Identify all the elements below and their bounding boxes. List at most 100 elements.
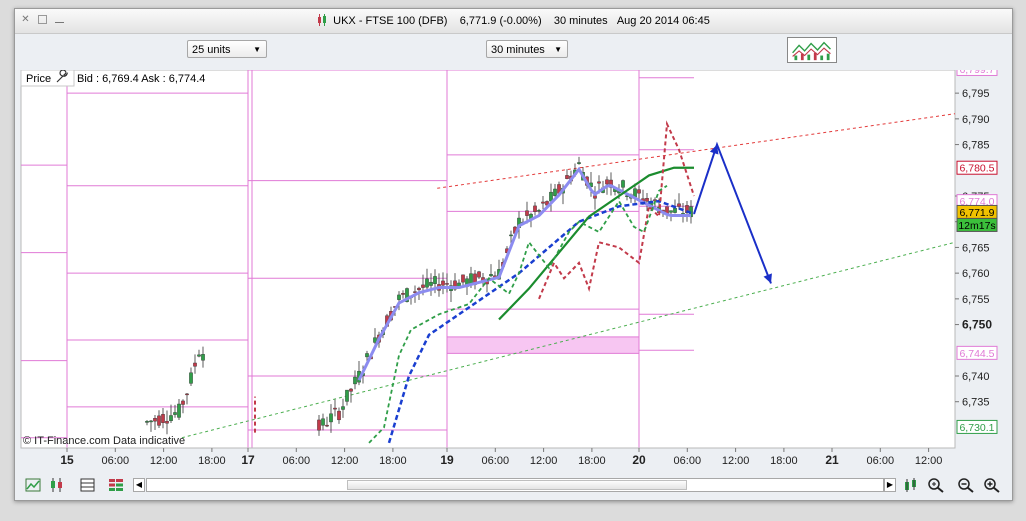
x-tick-label: 06:00	[674, 455, 702, 467]
y-tick-label: 6,740	[962, 371, 990, 383]
x-tick-label: 06:00	[482, 455, 510, 467]
price-badge-label: 6,799.7	[959, 70, 994, 76]
x-tick-label: 18:00	[578, 455, 606, 467]
scroll-left-arrow[interactable]: ◀	[133, 478, 145, 492]
x-tick-label: 12:00	[722, 455, 750, 467]
candle-body	[605, 179, 609, 185]
y-tick-label: 6,750	[962, 318, 992, 332]
x-tick-label: 06:00	[283, 455, 311, 467]
candle-body	[445, 283, 449, 285]
chart-toolbar: 25 units ▼ 30 minutes ▼	[15, 34, 1012, 68]
price-badge: 6,744.5	[956, 345, 998, 360]
chart-type-icon[interactable]	[787, 37, 837, 63]
candle-body	[173, 412, 177, 415]
candle-body	[645, 198, 649, 202]
price-badge-label: 12m17s	[958, 220, 995, 232]
price-badge-label: 6,730.1	[959, 422, 994, 434]
scroll-right-arrow[interactable]: ▶	[884, 478, 896, 492]
candle-body	[197, 354, 201, 357]
title-price: 6,771.9 (-0.00%)	[459, 15, 542, 27]
scrollbar-thumb[interactable]	[347, 480, 687, 490]
candle-body	[193, 362, 197, 367]
candle-body	[673, 207, 677, 213]
candle-body	[525, 210, 529, 216]
candle-body	[541, 201, 545, 204]
title-bar: ✕ UKX - FTSE 100 (DFB) 6,771.9 (-0.00%) …	[15, 9, 1012, 34]
candle-body	[433, 276, 437, 284]
x-tick-label: 18:00	[770, 455, 798, 467]
price-badge: 6,799.7	[956, 61, 998, 76]
zoom-fit-icon[interactable]	[927, 477, 945, 493]
candle-body	[533, 205, 537, 212]
title-interval: 30 minutes	[553, 15, 608, 27]
interval-select-value: 30 minutes	[491, 44, 545, 56]
candle-body	[161, 414, 165, 423]
candle-body	[201, 354, 205, 361]
candle-body	[565, 175, 569, 179]
candle-body	[333, 407, 337, 410]
x-tick-label: 18:00	[379, 455, 407, 467]
chart-indicator-icon[interactable]	[25, 477, 43, 493]
candle-body	[549, 191, 553, 202]
window-title: UKX - FTSE 100 (DFB) 6,771.9 (-0.00%) 30…	[15, 14, 1012, 27]
x-tick-label: 17	[241, 453, 255, 467]
candle-body	[165, 420, 169, 424]
units-select-value: 25 units	[192, 44, 231, 56]
candle-body	[537, 210, 541, 212]
candle-body	[353, 376, 357, 385]
x-tick-label: 15	[60, 453, 74, 467]
x-tick-label: 06:00	[867, 455, 895, 467]
x-tick-label: 21	[825, 453, 839, 467]
candle-body	[553, 188, 557, 196]
candle-body	[157, 415, 161, 426]
price-badge-label: 6,771.9	[959, 207, 994, 219]
candle-body	[397, 294, 401, 300]
candle-body	[469, 273, 473, 284]
title-symbol: UKX - FTSE 100 (DFB)	[333, 15, 448, 27]
x-tick-label: 06:00	[102, 455, 130, 467]
candle-body	[621, 180, 625, 188]
candlestick-icon	[318, 14, 327, 26]
grid-table-icon[interactable]	[79, 477, 97, 493]
candle-body	[329, 413, 333, 423]
candle-body	[461, 274, 465, 283]
candle-body	[189, 372, 193, 384]
price-label: Price	[26, 73, 51, 85]
candle-body	[341, 406, 345, 410]
price-badge: 6,730.1	[956, 419, 998, 434]
x-tick-label: 12:00	[331, 455, 359, 467]
candle-body	[153, 418, 157, 422]
price-badge: 6,780.5	[956, 160, 998, 175]
x-tick-label: 12:00	[915, 455, 943, 467]
chart-settings-icon[interactable]	[903, 477, 921, 493]
x-tick-label: 19	[440, 453, 454, 467]
candle-body	[509, 234, 513, 237]
candle-body	[677, 203, 681, 207]
y-tick-label: 6,735	[962, 397, 990, 409]
bottom-toolbar: ◀ ▶	[15, 473, 1012, 497]
y-tick-label: 6,795	[962, 88, 990, 100]
y-tick-label: 6,760	[962, 268, 990, 280]
candle-body	[637, 189, 641, 194]
candle-body	[181, 400, 185, 405]
chart-area[interactable]: 6,7956,7906,7856,7756,7706,7656,7606,755…	[19, 61, 1008, 468]
chart-window: ✕ UKX - FTSE 100 (DFB) 6,771.9 (-0.00%) …	[14, 8, 1013, 501]
price-legend: Price Bid : 6,769.4 Ask : 6,774.4	[20, 69, 205, 87]
candle-body	[633, 188, 637, 198]
candlestick-settings-icon[interactable]	[49, 477, 67, 493]
price-chart[interactable]: 6,7956,7906,7856,7756,7706,7656,7606,755…	[19, 61, 1008, 468]
price-badge: 12m17s	[956, 217, 998, 232]
title-datetime: Aug 20 2014 06:45	[616, 15, 710, 27]
candle-body	[577, 162, 581, 164]
order-book-icon[interactable]	[107, 477, 125, 493]
units-select[interactable]: 25 units ▼	[187, 40, 267, 58]
chevron-down-icon: ▼	[253, 45, 261, 54]
candle-body	[365, 353, 369, 358]
zoom-in-icon[interactable]	[983, 477, 1001, 493]
interval-select[interactable]: 30 minutes ▼	[486, 40, 568, 58]
y-tick-label: 6,755	[962, 294, 990, 306]
candle-body	[317, 419, 321, 431]
zoom-out-icon[interactable]	[957, 477, 975, 493]
chart-scrollbar[interactable]	[146, 478, 884, 492]
candle-body	[145, 421, 149, 423]
